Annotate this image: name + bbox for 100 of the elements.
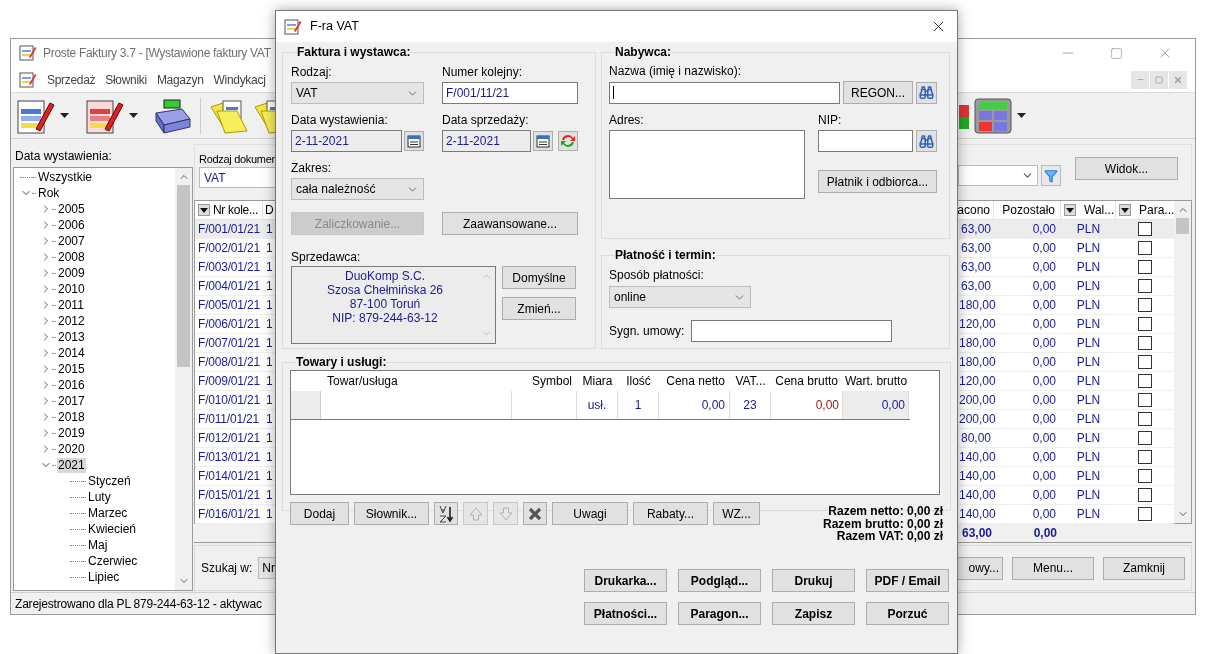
tree-item[interactable]: Maj — [87, 537, 109, 553]
table-row[interactable]: 140,00 0,00 PLN — [959, 486, 1174, 504]
tree-item[interactable]: 2019 — [57, 425, 86, 441]
table-row[interactable]: 120,00 0,00 PLN — [959, 315, 1174, 333]
column-header[interactable]: Cena netto — [659, 371, 730, 391]
tree-item[interactable]: 2020 — [57, 441, 86, 457]
column-header[interactable]: Nr kole... — [213, 201, 258, 219]
menu-item[interactable]: Magazyn — [156, 70, 204, 89]
item-button[interactable]: Uwagi — [552, 502, 628, 525]
dialog-button[interactable]: Paragon... — [678, 602, 761, 625]
table-row[interactable]: 180,00 0,00 PLN — [959, 334, 1174, 352]
view-button[interactable]: Widok... — [1075, 157, 1178, 180]
tree-item[interactable]: Styczeń — [87, 473, 132, 489]
table-row[interactable]: 63,00 0,00 PLN — [959, 258, 1174, 276]
column-header[interactable]: Symbol — [512, 371, 577, 391]
tree-item[interactable]: 2007 — [57, 233, 86, 249]
column-header[interactable]: Pozostało — [994, 201, 1061, 219]
scope-select[interactable]: cała należność — [291, 178, 424, 200]
item-button[interactable]: Rabaty... — [633, 502, 708, 525]
item-button[interactable]: WZ... — [713, 502, 760, 525]
item-cell[interactable]: 1 — [618, 391, 659, 419]
tree-item[interactable]: Rok — [37, 185, 61, 201]
tree-item[interactable]: Wszystkie — [37, 169, 93, 185]
column-header[interactable]: acono — [959, 201, 994, 219]
column-header[interactable]: Wal... — [1084, 201, 1115, 219]
table-row[interactable]: F/005/01/21 1 — [195, 296, 275, 314]
dialog-button[interactable]: Płatności... — [584, 602, 667, 625]
column-header[interactable]: Miara — [577, 371, 618, 391]
type-select[interactable]: VAT — [291, 82, 424, 104]
dialog-button[interactable]: Podgląd... — [678, 569, 761, 592]
action-button[interactable]: Zamknij — [1103, 556, 1185, 580]
dialog-button[interactable]: Drukuj — [772, 569, 855, 592]
tree-item[interactable]: 2008 — [57, 249, 86, 265]
tree-item[interactable]: 2021 — [57, 457, 86, 473]
column-header[interactable]: Ilość — [618, 371, 659, 391]
payment-method-select[interactable]: online — [609, 286, 751, 308]
dialog-button[interactable]: Porzuć — [866, 602, 949, 625]
table-row[interactable]: F/016/01/21 1 — [195, 505, 275, 523]
payer-button[interactable]: Płatnik i odbiorca... — [818, 170, 937, 193]
tree-item[interactable]: 2017 — [57, 393, 86, 409]
table-row[interactable]: 180,00 0,00 PLN — [959, 296, 1174, 314]
change-button[interactable]: Zmień... — [502, 297, 576, 320]
tree-item[interactable]: 2006 — [57, 217, 86, 233]
tree-item[interactable]: 2015 — [57, 361, 86, 377]
dialog-button[interactable]: PDF / Email — [866, 569, 949, 592]
number-field[interactable]: F/001/11/21 — [442, 82, 578, 104]
table-row[interactable]: 63,00 0,00 PLN — [959, 239, 1174, 257]
tree-item[interactable]: Czerwiec — [87, 553, 139, 569]
table-row[interactable]: 63,00 0,00 PLN — [959, 277, 1174, 295]
tree-item[interactable]: 2014 — [57, 345, 86, 361]
table-row[interactable]: 80,00 0,00 PLN — [959, 429, 1174, 447]
default-button[interactable]: Domyślne — [502, 266, 576, 289]
tree-item[interactable]: Lipiec — [87, 569, 121, 585]
dialog-button[interactable]: Drukarka... — [584, 569, 667, 592]
table-row[interactable]: F/004/01/21 1 — [195, 277, 275, 295]
item-cell[interactable]: 23 — [730, 391, 771, 419]
table-row[interactable]: 200,00 0,00 PLN — [959, 391, 1174, 409]
tree-item[interactable]: 2016 — [57, 377, 86, 393]
tree-item[interactable]: 2005 — [57, 201, 86, 217]
action-button[interactable]: Menu... — [1012, 556, 1094, 580]
table-row[interactable]: F/008/01/21 1 — [195, 353, 275, 371]
table-row[interactable]: 63,00 0,00 PLN — [959, 220, 1174, 238]
item-button[interactable]: Słownik... — [354, 502, 429, 525]
tree-item[interactable]: 2009 — [57, 265, 86, 281]
table-row[interactable]: F/013/01/21 1 — [195, 448, 275, 466]
table-row[interactable]: 120,00 0,00 PLN — [959, 372, 1174, 390]
menu-item[interactable]: Windykacj — [213, 70, 266, 89]
column-header[interactable]: D — [263, 201, 274, 219]
date-field[interactable]: 2-11-2021 — [442, 130, 531, 152]
table-row[interactable]: F/007/01/21 1 — [195, 334, 275, 352]
table-row[interactable]: F/003/01/21 1 — [195, 258, 275, 276]
regon-button[interactable]: REGON... — [843, 81, 913, 104]
action-button[interactable]: owy... — [955, 556, 1003, 580]
table-row[interactable]: F/006/01/21 1 — [195, 315, 275, 333]
table-row[interactable]: 140,00 0,00 PLN — [959, 448, 1174, 466]
column-header[interactable]: VAT... — [730, 371, 771, 391]
tree-item[interactable]: 2011 — [57, 297, 85, 313]
advanced-button[interactable]: Zaawansowane... — [442, 212, 578, 235]
table-row[interactable]: F/014/01/21 1 — [195, 467, 275, 485]
column-header[interactable]: Para... — [1139, 201, 1175, 219]
table-row[interactable]: 140,00 0,00 PLN — [959, 505, 1174, 523]
menu-item[interactable]: Sprzedaż — [47, 70, 96, 89]
table-row[interactable]: F/011/01/21 1 — [195, 410, 275, 428]
tree-item[interactable]: 2010 — [57, 281, 86, 297]
date-field[interactable]: 2-11-2021 — [291, 130, 402, 152]
item-cell[interactable]: 0,00 — [843, 391, 909, 419]
table-row[interactable]: 200,00 0,00 PLN — [959, 410, 1174, 428]
dialog-button[interactable]: Zapisz — [772, 602, 855, 625]
table-row[interactable]: F/009/01/21 1 — [195, 372, 275, 390]
item-cell[interactable]: 0,00 — [659, 391, 730, 419]
menu-item[interactable]: Słowniki — [105, 70, 147, 89]
table-row[interactable]: 180,00 0,00 PLN — [959, 353, 1174, 371]
column-header[interactable]: Towar/usługa — [321, 371, 512, 391]
table-row[interactable]: F/012/01/21 1 — [195, 429, 275, 447]
item-button[interactable]: Dodaj — [290, 502, 349, 525]
tree-item[interactable]: 2018 — [57, 409, 86, 425]
column-header[interactable]: Wart. brutto — [843, 371, 909, 391]
tree-item[interactable]: Marzec — [87, 505, 129, 521]
tree-item[interactable]: 2013 — [57, 329, 86, 345]
table-row[interactable]: 140,00 0,00 PLN — [959, 467, 1174, 485]
